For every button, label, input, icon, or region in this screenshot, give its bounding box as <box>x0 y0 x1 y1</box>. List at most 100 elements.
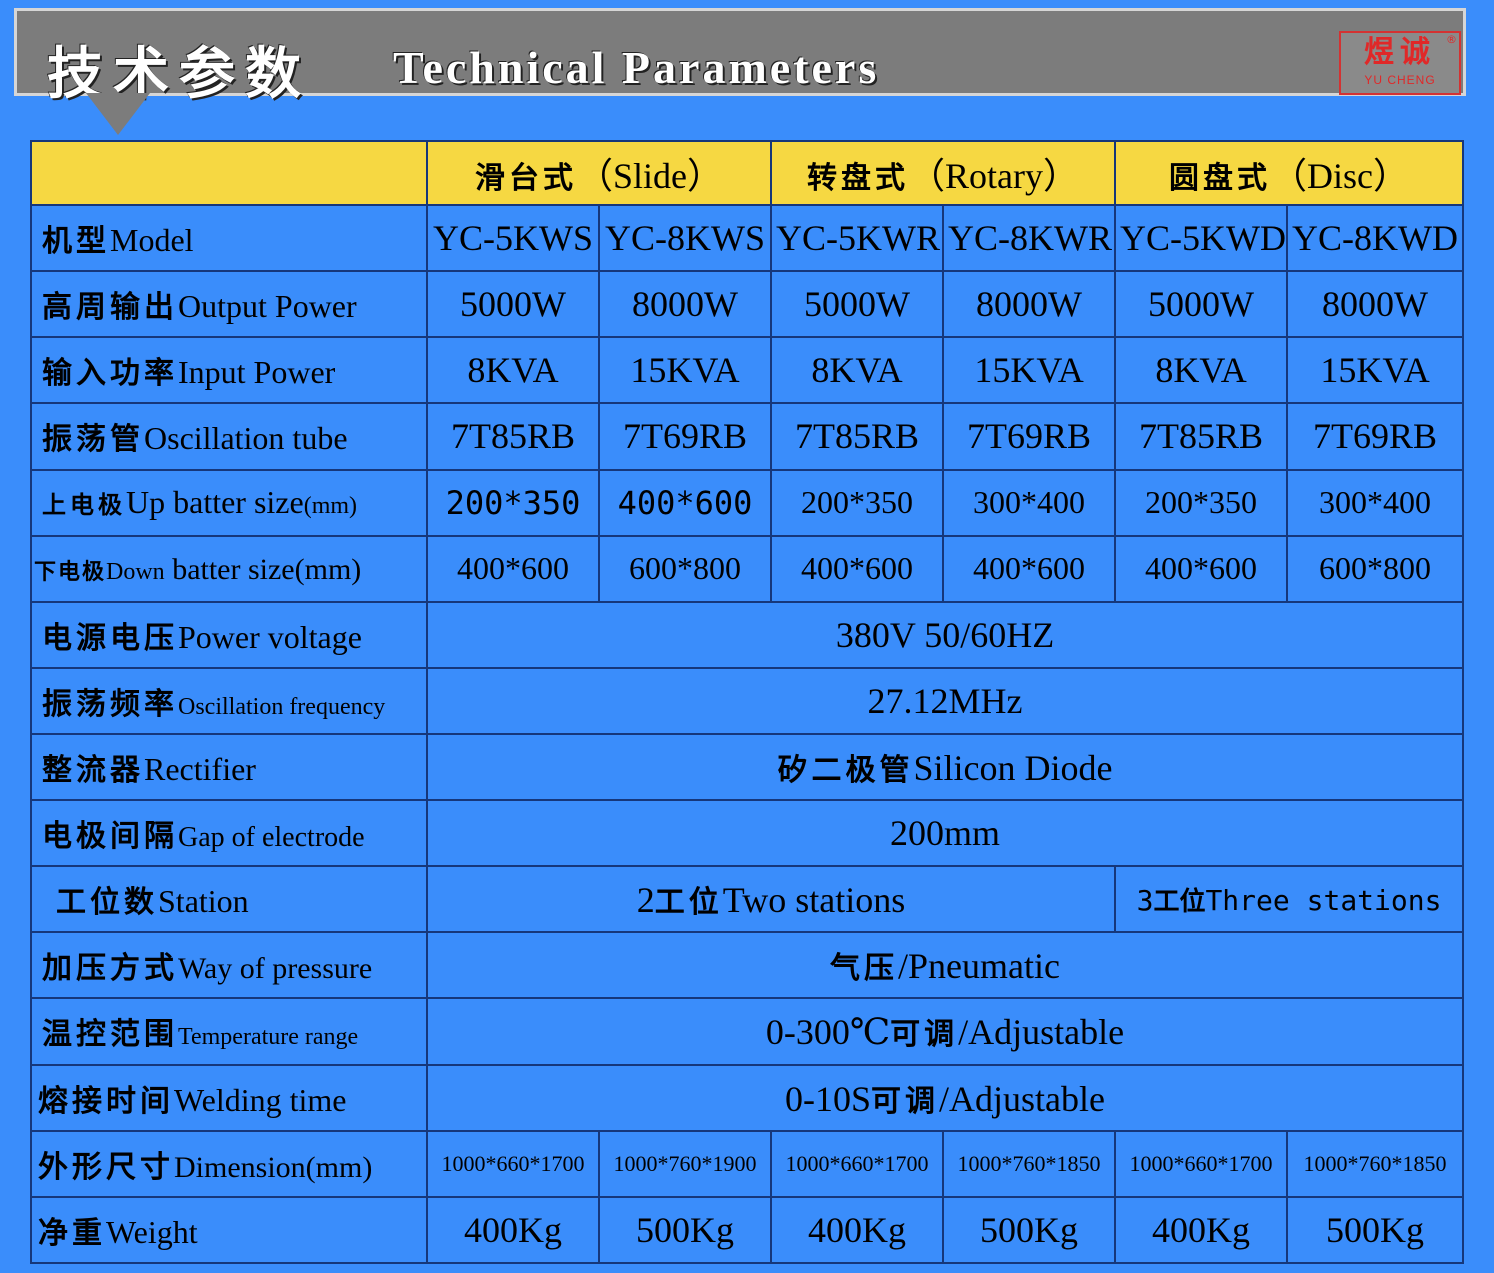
table-cell: 200*350 <box>770 468 945 537</box>
registered-mark-icon: ® <box>1446 33 1457 46</box>
table-cell: 矽二极管Silicon Diode <box>425 732 1465 802</box>
table-cell: YC-5KWD <box>1114 204 1289 273</box>
header-banner: 技术参数 Technical Parameters ® 煜诚 YU CHENG <box>14 8 1466 107</box>
table-cell: 0-10S可调/Adjustable <box>425 1063 1465 1132</box>
table-cell: 气压/Pneumatic <box>425 931 1465 1000</box>
table-cell: 7T69RB <box>1286 402 1465 471</box>
table-cell: 600*800 <box>1286 534 1465 603</box>
page-title-en: Technical Parameters <box>393 42 880 93</box>
row-label: 电源电压Power voltage <box>30 600 428 669</box>
table-row-gap: 电极间隔Gap of electrode 200mm <box>30 799 1465 868</box>
table-cell: 2工位Two stations <box>425 865 1117 934</box>
table-row-model: 机型Model YC-5KWS YC-8KWS YC-5KWR YC-8KWR … <box>30 204 1465 273</box>
header-blank-cell <box>30 139 428 207</box>
row-label: 振荡频率Oscillation frequency <box>30 666 428 735</box>
table-cell: 5000W <box>770 270 945 339</box>
table-cell: 400Kg <box>426 1195 600 1265</box>
table-cell: YC-8KWS <box>597 204 773 273</box>
spec-table: 滑台式（Slide） 转盘式（Rotary） 圆盘式（Disc） 机型Model… <box>30 139 1465 1265</box>
table-cell: YC-8KWD <box>1286 204 1465 273</box>
table-cell: 7T69RB <box>942 402 1117 471</box>
table-cell: 7T85RB <box>426 402 600 471</box>
table-header-row: 滑台式（Slide） 转盘式（Rotary） 圆盘式（Disc） <box>30 139 1465 207</box>
table-cell: 400Kg <box>770 1195 945 1265</box>
table-cell: 8000W <box>942 270 1117 339</box>
table-cell: 380V 50/60HZ <box>425 600 1465 669</box>
table-cell: 300*400 <box>942 468 1117 537</box>
table-row-weight: 净重Weight 400Kg 500Kg 400Kg 500Kg 400Kg 5… <box>30 1195 1465 1265</box>
table-cell: 1000*760*1850 <box>1286 1129 1465 1198</box>
table-cell: YC-5KWR <box>770 204 945 273</box>
table-cell: 600*800 <box>597 534 773 603</box>
table-cell: 1000*660*1700 <box>770 1129 945 1198</box>
table-row-power-voltage: 电源电压Power voltage 380V 50/60HZ <box>30 600 1465 669</box>
table-row-oscillation-frequency: 振荡频率Oscillation frequency 27.12MHz <box>30 666 1465 735</box>
table-row-dimension: 外形尺寸Dimension(mm) 1000*660*1700 1000*760… <box>30 1129 1465 1198</box>
table-cell: 8KVA <box>770 336 945 405</box>
table-cell: 7T85RB <box>770 402 945 471</box>
row-label: 工位数Station <box>30 865 428 934</box>
table-cell: 400*600 <box>1114 534 1289 603</box>
table-row-input-power: 输入功率Input Power 8KVA 15KVA 8KVA 15KVA 8K… <box>30 336 1465 405</box>
table-cell: 7T69RB <box>597 402 773 471</box>
table-cell: 400Kg <box>1114 1195 1289 1265</box>
table-cell: 500Kg <box>597 1195 773 1265</box>
table-cell: 7T85RB <box>1114 402 1289 471</box>
table-cell: 1000*660*1700 <box>1114 1129 1289 1198</box>
table-row-temperature: 温控范围Temperature range 0-300℃可调/Adjustabl… <box>30 997 1465 1066</box>
table-row-pressure: 加压方式Way of pressure 气压/Pneumatic <box>30 931 1465 1000</box>
banner-pointer <box>86 93 150 135</box>
table-cell: 3工位Three stations <box>1114 865 1465 934</box>
table-cell: 400*600 <box>597 468 773 537</box>
table-cell: 200*350 <box>426 468 600 537</box>
table-row-output-power: 高周输出Output Power 5000W 8000W 5000W 8000W… <box>30 270 1465 339</box>
table-row-welding-time: 熔接时间Welding time 0-10S可调/Adjustable <box>30 1063 1465 1132</box>
table-cell: 1000*760*1850 <box>942 1129 1117 1198</box>
table-cell: 15KVA <box>597 336 773 405</box>
row-label: 下电极Down batter size(mm) <box>30 534 428 603</box>
table-cell: 15KVA <box>942 336 1117 405</box>
row-label: 外形尺寸Dimension(mm) <box>30 1129 428 1198</box>
row-label: 高周输出Output Power <box>30 270 428 339</box>
table-cell: 5000W <box>1114 270 1289 339</box>
table-cell: 0-300℃可调/Adjustable <box>425 997 1465 1066</box>
table-cell: 200mm <box>425 799 1465 868</box>
table-cell: 5000W <box>426 270 600 339</box>
table-cell: YC-8KWR <box>942 204 1117 273</box>
table-cell: 15KVA <box>1286 336 1465 405</box>
table-cell: 8000W <box>597 270 773 339</box>
table-cell: 1000*660*1700 <box>426 1129 600 1198</box>
table-row-up-batter: 上电极Up batter size(mm) 200*350 400*600 20… <box>30 468 1465 537</box>
row-label: 加压方式Way of pressure <box>30 931 428 1000</box>
table-cell: 500Kg <box>942 1195 1117 1265</box>
brand-logo: ® 煜诚 YU CHENG <box>1339 31 1461 95</box>
row-label: 上电极Up batter size(mm) <box>30 468 428 537</box>
row-label: 温控范围Temperature range <box>30 997 428 1066</box>
table-cell: 400*600 <box>426 534 600 603</box>
row-label: 熔接时间Welding time <box>30 1063 428 1132</box>
table-row-down-batter: 下电极Down batter size(mm) 400*600 600*800 … <box>30 534 1465 603</box>
table-cell: 400*600 <box>770 534 945 603</box>
table-cell: YC-5KWS <box>426 204 600 273</box>
table-cell: 400*600 <box>942 534 1117 603</box>
table-row-oscillation-tube: 振荡管Oscillation tube 7T85RB 7T69RB 7T85RB… <box>30 402 1465 471</box>
table-cell: 8KVA <box>1114 336 1289 405</box>
table-cell: 500Kg <box>1286 1195 1465 1265</box>
table-cell: 27.12MHz <box>425 666 1465 735</box>
row-label: 机型Model <box>30 204 428 273</box>
table-cell: 1000*760*1900 <box>597 1129 773 1198</box>
column-disc: 圆盘式（Disc） <box>1114 139 1465 207</box>
table-cell: 8000W <box>1286 270 1465 339</box>
table-row-station: 工位数Station 2工位Two stations 3工位Three stat… <box>30 865 1465 934</box>
row-label: 电极间隔Gap of electrode <box>30 799 428 868</box>
table-cell: 300*400 <box>1286 468 1465 537</box>
column-rotary: 转盘式（Rotary） <box>770 139 1117 207</box>
column-slide: 滑台式（Slide） <box>425 139 773 207</box>
table-cell: 200*350 <box>1114 468 1289 537</box>
row-label: 振荡管Oscillation tube <box>30 402 428 471</box>
row-label: 整流器Rectifier <box>30 732 428 802</box>
logo-text-cn: 煜诚 <box>1364 35 1436 70</box>
logo-text-en: YU CHENG <box>1364 73 1436 87</box>
table-row-rectifier: 整流器Rectifier 矽二极管Silicon Diode <box>30 732 1465 802</box>
table-cell: 8KVA <box>426 336 600 405</box>
